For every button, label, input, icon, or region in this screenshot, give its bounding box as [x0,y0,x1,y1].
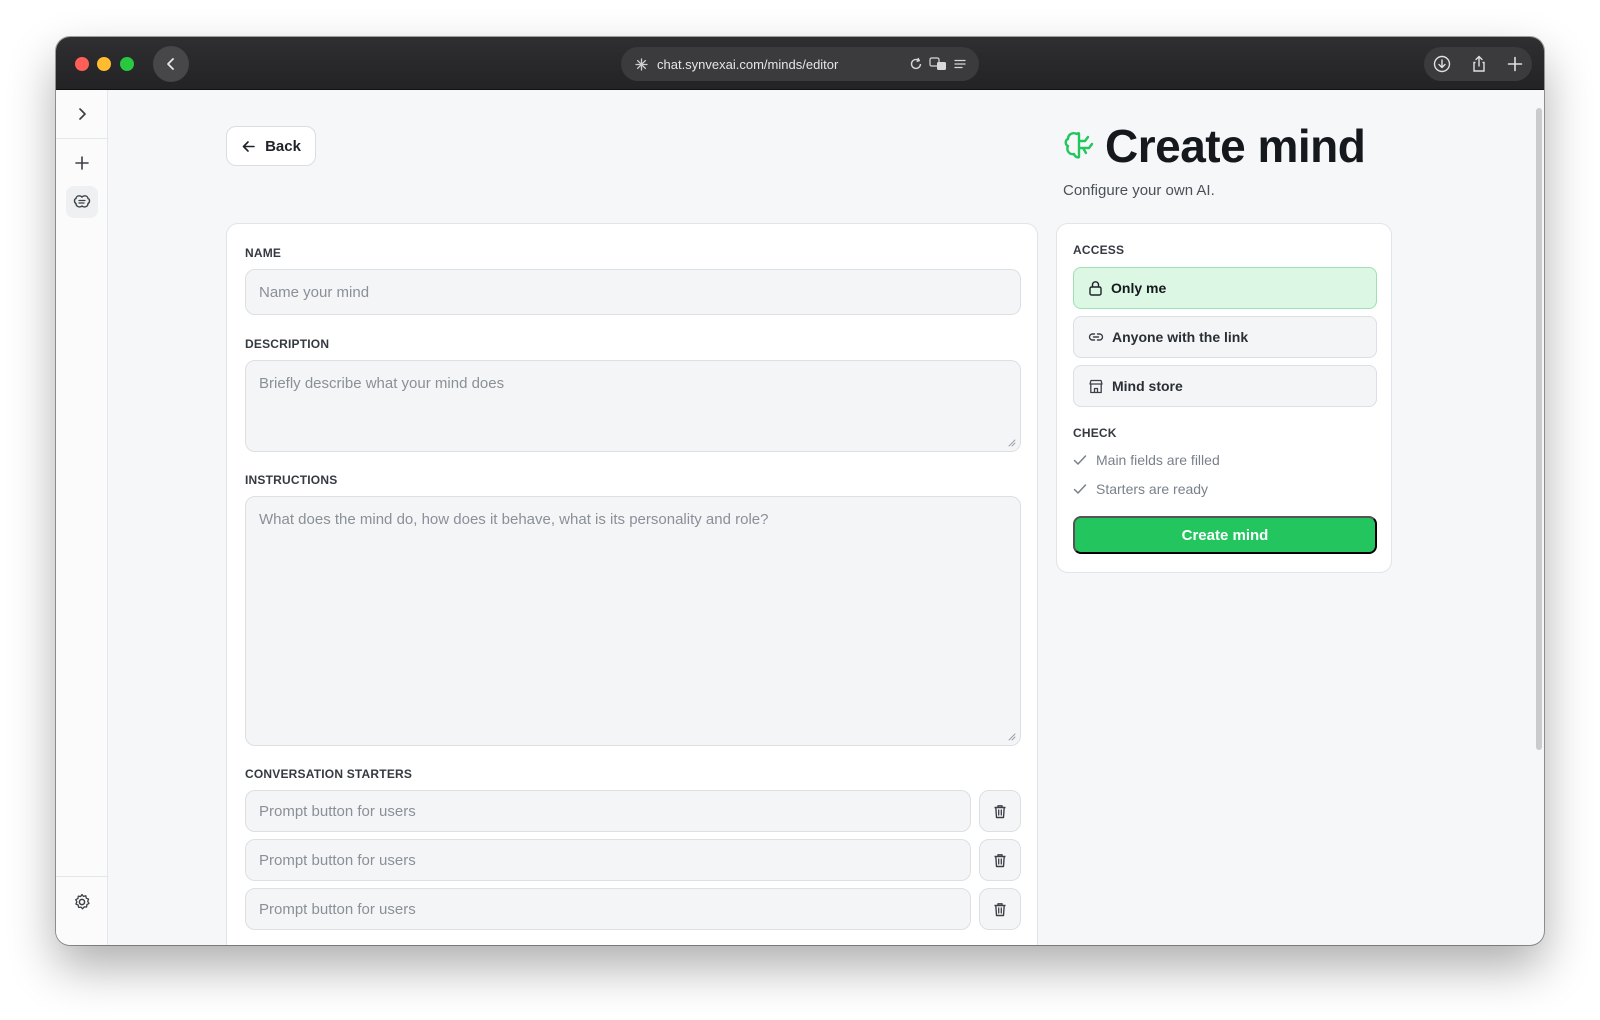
starter-input-3[interactable]: Prompt button for users [245,888,971,930]
page-title: Create mind [1105,120,1366,172]
page-scrollbar[interactable] [1536,108,1542,750]
starter-placeholder: Prompt button for users [259,900,416,918]
url-text: chat.synvexai.com/minds/editor [657,56,839,72]
close-window-button[interactable] [75,57,89,71]
settings-button[interactable] [66,886,98,918]
back-button[interactable]: Back [226,126,316,166]
site-favicon-icon [635,57,649,71]
access-option-label: Anyone with the link [1112,329,1249,345]
share-icon[interactable] [1470,55,1488,73]
gear-icon [75,893,90,910]
access-option-mind-store[interactable]: Mind store [1073,365,1377,407]
trash-icon [994,804,1006,818]
minds-nav-button[interactable] [66,186,98,218]
arrow-left-icon [242,140,255,152]
create-mind-button[interactable]: Create mind [1073,516,1377,554]
starter-placeholder: Prompt button for users [259,802,416,820]
check-label: CHECK [1073,426,1117,440]
expand-sidebar-button[interactable] [66,98,98,130]
address-bar[interactable]: chat.synvexai.com/minds/editor [621,47,979,81]
starter-input-2[interactable]: Prompt button for users [245,839,971,881]
checkmark-icon [1073,455,1087,465]
resize-handle-icon[interactable] [1006,437,1016,447]
app-sidebar [56,90,108,945]
description-textarea[interactable]: Briefly describe what your mind does [245,360,1021,452]
name-input[interactable]: Name your mind [245,269,1021,315]
chevron-left-icon [167,58,174,70]
description-placeholder: Briefly describe what your mind does [259,375,505,392]
page-heading: Create mind Configure your own AI. [1063,118,1393,199]
conversation-starters-label: CONVERSATION STARTERS [245,767,413,781]
brain-icon [73,195,91,208]
plus-icon [75,156,89,170]
trash-icon [994,853,1006,867]
description-label: DESCRIPTION [245,337,330,351]
minimize-window-button[interactable] [97,57,111,71]
translate-icon[interactable] [929,57,947,71]
starter-input-1[interactable]: Prompt button for users [245,790,971,832]
check-item-starters: Starters are ready [1073,481,1208,497]
mind-logo-icon [1064,132,1094,159]
reader-mode-icon[interactable] [953,57,967,71]
check-item-label: Starters are ready [1096,481,1209,497]
lock-icon [1089,281,1102,296]
instructions-placeholder: What does the mind do, how does it behav… [259,511,769,528]
access-card: ACCESS Only me Anyone with the link Mind… [1056,223,1392,573]
delete-starter-button-1[interactable] [979,790,1021,832]
access-option-only-me[interactable]: Only me [1073,267,1377,309]
instructions-label: INSTRUCTIONS [245,473,338,487]
delete-starter-button-3[interactable] [979,888,1021,930]
check-item-label: Main fields are filled [1096,452,1220,468]
chevron-right-icon [79,108,86,120]
download-icon[interactable] [1433,55,1451,73]
back-button-label: Back [265,137,301,155]
access-option-label: Mind store [1112,378,1183,394]
new-tab-icon[interactable] [1507,56,1523,72]
access-label: ACCESS [1073,243,1125,257]
checkmark-icon [1073,484,1087,494]
store-icon [1089,379,1103,393]
browser-back-button[interactable] [153,46,189,82]
starter-placeholder: Prompt button for users [259,851,416,869]
trash-icon [994,902,1006,916]
delete-starter-button-2[interactable] [979,839,1021,881]
access-option-label: Only me [1111,280,1167,296]
instructions-textarea[interactable]: What does the mind do, how does it behav… [245,496,1021,746]
name-placeholder: Name your mind [259,283,370,301]
access-option-anyone-with-link[interactable]: Anyone with the link [1073,316,1377,358]
browser-window: chat.synvexai.com/minds/editor Back Crea… [56,37,1544,945]
resize-handle-icon[interactable] [1006,731,1016,741]
reload-icon[interactable] [909,57,923,71]
maximize-window-button[interactable] [120,57,134,71]
new-chat-button[interactable] [66,147,98,179]
mind-form-card: NAME Name your mind DESCRIPTION Briefly … [226,223,1038,945]
browser-toolbar-right [1424,47,1532,81]
check-item-main-fields: Main fields are filled [1073,452,1220,468]
name-label: NAME [245,246,282,260]
browser-titlebar: chat.synvexai.com/minds/editor [56,37,1544,90]
main-content: Back Create mind Configure your own AI. … [108,90,1544,945]
page-subtitle: Configure your own AI. [1063,182,1215,199]
link-icon [1088,333,1104,341]
